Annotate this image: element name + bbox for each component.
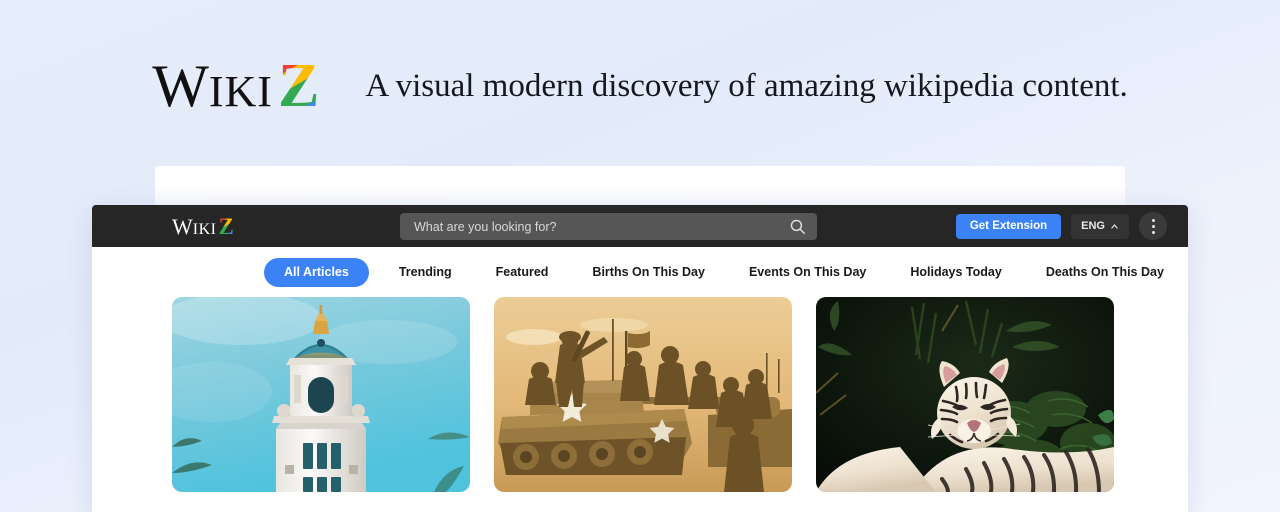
category-tabs: All Articles Trending Featured Births On…	[92, 247, 1188, 297]
header-logo-letter-w: W	[172, 213, 193, 239]
article-card-city-hall-tower[interactable]	[172, 297, 470, 492]
header-logo-letter-z: Z	[218, 213, 234, 239]
article-card-grid	[92, 297, 1188, 492]
chevron-up-icon	[1111, 223, 1118, 229]
search-input[interactable]	[414, 219, 789, 234]
get-extension-button[interactable]: Get Extension	[955, 213, 1062, 239]
tab-all-articles[interactable]: All Articles	[264, 257, 369, 287]
logo-letter-z: Z	[277, 52, 320, 120]
more-options-icon[interactable]	[1139, 212, 1167, 240]
tab-births-on-this-day[interactable]: Births On This Day	[570, 265, 727, 279]
kebab-dot	[1151, 218, 1155, 222]
tab-featured[interactable]: Featured	[474, 265, 571, 279]
logo-letter-z-wrap: Z	[278, 55, 319, 117]
search-bar[interactable]	[400, 213, 817, 240]
article-card-wwii-tanks[interactable]	[494, 297, 792, 492]
hero-tagline: A visual modern discovery of amazing wik…	[365, 67, 1128, 104]
tab-events-on-this-day[interactable]: Events On This Day	[727, 265, 888, 279]
hero-section: W IKI Z A visual modern discovery of ama…	[0, 46, 1280, 126]
logo-letter-w: W	[152, 53, 209, 119]
app-window-mockup: W IKI Z Get Extension ENG	[92, 205, 1188, 512]
app-header-bar: W IKI Z Get Extension ENG	[92, 205, 1188, 247]
kebab-dot	[1151, 230, 1155, 234]
header-logo-letters-iki: IKI	[192, 220, 217, 238]
logo-letters-iki: IKI	[208, 67, 273, 116]
tab-deaths-on-this-day[interactable]: Deaths On This Day	[1024, 265, 1186, 279]
language-label: ENG	[1081, 220, 1105, 232]
wikiz-logo-hero: W IKI Z	[152, 55, 319, 117]
card-image-white-tiger	[816, 297, 1114, 492]
card-image-city-hall-tower	[172, 297, 470, 492]
article-card-white-tiger[interactable]	[816, 297, 1114, 492]
kebab-dot	[1151, 224, 1155, 228]
card-image-wwii-tanks	[494, 297, 792, 492]
tab-holidays-today[interactable]: Holidays Today	[888, 265, 1023, 279]
language-selector[interactable]: ENG	[1071, 213, 1129, 239]
tab-trending[interactable]: Trending	[377, 265, 474, 279]
wikiz-logo-header[interactable]: W IKI Z	[172, 215, 234, 238]
header-actions: Get Extension ENG	[955, 205, 1167, 247]
search-icon[interactable]	[789, 218, 806, 235]
